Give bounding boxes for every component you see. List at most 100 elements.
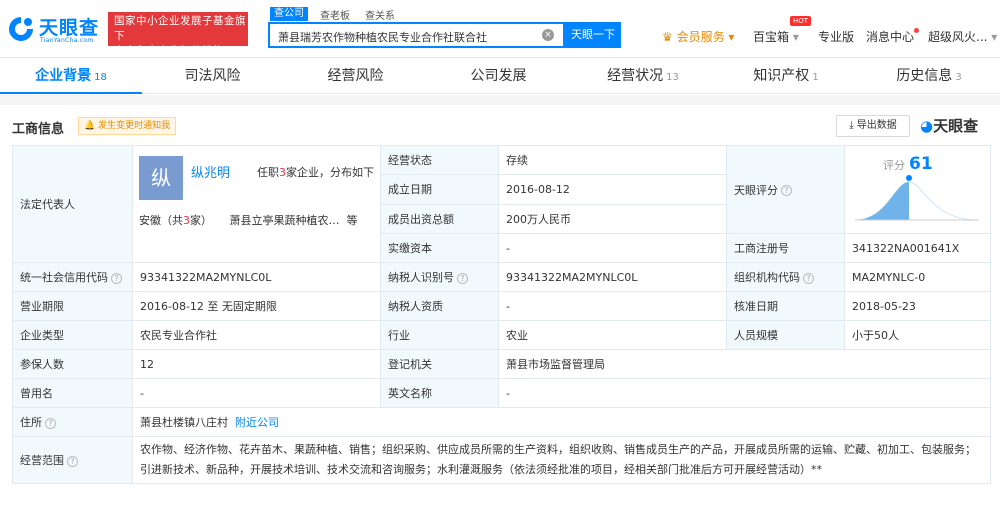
capital-value: 200万人民币 — [498, 203, 727, 235]
estab-date-label: 成立日期 — [380, 174, 499, 205]
score-marker-icon — [906, 175, 912, 181]
industry-value: 农业 — [498, 320, 727, 350]
bell-icon: 🔔 — [84, 121, 99, 131]
score-cell[interactable]: 评分 61 — [844, 145, 991, 234]
notify-change-button[interactable]: 🔔 发生变更时通知我 — [78, 117, 177, 135]
address-value: 萧县杜楼镇八庄村 附近公司 — [132, 407, 991, 437]
score-curve — [854, 175, 979, 221]
brand-logo[interactable]: 天眼查 TianYanCha.com — [6, 12, 100, 46]
insured-label: 参保人数 — [12, 349, 133, 379]
help-icon[interactable]: ? — [457, 272, 468, 284]
unread-dot — [914, 28, 920, 33]
capital-label: 成员出资总额 — [380, 203, 499, 235]
tyc-logo: ◕天眼查 — [920, 117, 979, 135]
former-name-value: - — [132, 378, 381, 408]
legal-rep-region: 安徽（共3家） 萧县立亭果蔬种植农… 等 — [139, 214, 358, 227]
clear-icon[interactable]: × — [542, 29, 554, 41]
help-icon[interactable]: ? — [803, 272, 814, 284]
english-name-label: 英文名称 — [380, 378, 499, 408]
hot-badge: HOT — [790, 16, 812, 26]
term-value: 2016-08-12 至 无固定期限 — [132, 291, 381, 321]
legal-rep-name[interactable]: 纵兆明 — [191, 162, 230, 181]
taxpayer-id-label: 纳税人识别号? — [380, 262, 499, 292]
tab-operation[interactable]: 经营状况 13 — [572, 58, 714, 94]
download-icon: ⤓ — [849, 120, 857, 131]
former-name-label: 曾用名 — [12, 378, 133, 408]
divider — [0, 95, 1000, 105]
brand-subtitle: TianYanCha.com — [40, 37, 94, 44]
export-button[interactable]: ⤓ 导出数据 — [836, 115, 910, 137]
pro-version-link[interactable]: 专业版 — [818, 28, 854, 45]
scope-value: 农作物、经济作物、花卉苗木、果蔬种植、销售；组织采购、供应成员所需的生产资料，组… — [132, 436, 991, 484]
nearby-companies-link[interactable]: 附近公司 — [235, 416, 279, 429]
legal-rep-company[interactable]: 萧县立亭果蔬种植农… — [229, 214, 339, 227]
brand-banner: 国家中小企业发展子基金旗下 官方备案企业征信机构 — [108, 12, 248, 57]
help-icon[interactable]: ? — [111, 272, 122, 284]
paid-capital-label: 实缴资本 — [380, 233, 499, 263]
status-label: 经营状态 — [380, 144, 499, 176]
section-header: 工商信息 🔔 发生变更时通知我 ⤓ 导出数据 ◕天眼查 — [0, 105, 1000, 145]
legal-rep-label: 法定代表人 — [12, 145, 133, 263]
legal-rep-posts: 任职3家企业，分布如下 — [257, 166, 374, 179]
legal-rep-cell: 纵 纵兆明 任职3家企业，分布如下 安徽（共3家） 萧县立亭果蔬种植农… 等 — [132, 145, 381, 263]
vip-service-link[interactable]: ♛ 会员服务 ▾ — [662, 28, 734, 45]
term-label: 营业期限 — [12, 291, 133, 321]
business-info-table: 法定代表人 纵 纵兆明 任职3家企业，分布如下 安徽（共3家） 萧县立亭果蔬种植… — [12, 144, 991, 484]
brand-name: 天眼查 — [39, 17, 100, 39]
tab-development[interactable]: 公司发展 — [429, 58, 571, 94]
staff-size-label: 人员规模 — [726, 320, 845, 350]
tax-qual-value: - — [498, 291, 727, 321]
chevron-down-icon: ▾ — [991, 30, 998, 44]
search-button[interactable]: 天眼一下 — [565, 22, 621, 48]
status-value: 存续 — [498, 144, 727, 176]
banner-line2: 官方备案企业征信机构 — [114, 45, 224, 57]
chevron-down-icon: ▾ — [792, 30, 799, 44]
reg-no-label: 工商注册号 — [726, 233, 845, 263]
search-input[interactable]: 萧县瑞芳农作物种植农民专业合作社联合社 × — [268, 22, 565, 48]
message-center-link[interactable]: 消息中心 — [866, 28, 920, 45]
reg-authority-label: 登记机关 — [380, 349, 499, 379]
approval-date-value: 2018-05-23 — [844, 291, 991, 321]
search-value: 萧县瑞芳农作物种植农民专业合作社联合社 — [278, 31, 487, 44]
org-code-label: 组织机构代码? — [726, 262, 845, 292]
user-menu[interactable]: 超级风火... ▾ — [928, 28, 997, 45]
taxpayer-id-value: 93341322MA2MYNLC0L — [498, 262, 727, 292]
search-tab-relation[interactable]: 查关系 — [365, 7, 395, 22]
estab-date-value: 2016-08-12 — [498, 174, 727, 205]
crown-icon: ♛ — [662, 30, 677, 44]
help-icon[interactable]: ? — [781, 185, 792, 196]
approval-date-label: 核准日期 — [726, 291, 845, 321]
reg-authority-value: 萧县市场监督管理局 — [498, 349, 991, 379]
company-tabs: 企业背景 18 司法风险 经营风险 公司发展 经营状况 13 知识产权 1 历史信息 3 — [0, 58, 1000, 94]
section-title: 工商信息 — [12, 122, 65, 137]
staff-size-value: 小于50人 — [844, 320, 991, 350]
address-label: 住所? — [12, 407, 133, 437]
search-tab-company[interactable]: 查公司 — [270, 7, 308, 21]
help-icon[interactable]: ? — [45, 417, 56, 429]
top-bar: 天眼查 TianYanCha.com 国家中小企业发展子基金旗下 官方备案企业征… — [0, 0, 1000, 58]
industry-label: 行业 — [380, 320, 499, 350]
tab-ip[interactable]: 知识产权 1 — [715, 58, 857, 94]
insured-value: 12 — [132, 349, 381, 379]
baibao-menu[interactable]: 百宝箱 ▾ — [753, 28, 799, 45]
tab-judicial-risk[interactable]: 司法风险 — [143, 58, 285, 94]
paid-capital-value: - — [498, 233, 727, 263]
company-type-value: 农民专业合作社 — [132, 320, 381, 350]
search-tab-boss[interactable]: 查老板 — [320, 7, 350, 22]
credit-code-value: 93341322MA2MYNLC0L — [132, 262, 381, 292]
logo-icon: ◕ — [920, 117, 934, 135]
reg-no-value: 341322NA001641X — [844, 233, 991, 263]
company-type-label: 企业类型 — [12, 320, 133, 350]
logo-icon — [9, 17, 33, 41]
help-icon[interactable]: ? — [67, 455, 78, 467]
score-label: 天眼评分? — [726, 145, 845, 234]
tab-history[interactable]: 历史信息 3 — [858, 58, 1000, 94]
english-name-value: - — [498, 378, 991, 408]
score-value: 评分 61 — [883, 154, 933, 174]
org-code-value: MA2MYNLC-0 — [844, 262, 991, 292]
credit-code-label: 统一社会信用代码? — [12, 262, 133, 292]
tab-business-risk[interactable]: 经营风险 — [286, 58, 428, 94]
tab-background[interactable]: 企业背景 18 — [0, 58, 142, 94]
avatar[interactable]: 纵 — [139, 156, 183, 200]
banner-line1: 国家中小企业发展子基金旗下 — [114, 15, 246, 42]
